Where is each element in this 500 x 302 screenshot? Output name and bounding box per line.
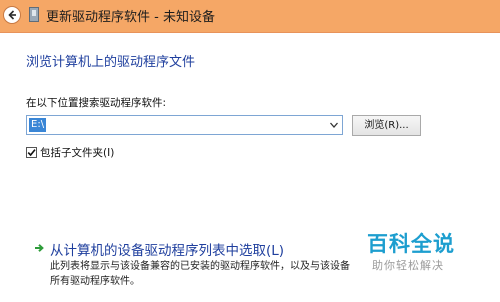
search-location-label: 在以下位置搜索驱动程序软件: [26,97,167,109]
window-title: 更新驱动程序软件 - 未知设备 [46,10,215,25]
green-arrow-icon[interactable] [34,243,44,253]
chevron-down-icon[interactable] [330,122,338,128]
pick-from-list-description: 此列表将显示与该设备兼容的已安装的驱动程序软件，以及与该设备 所有驱动程序软件。 [50,261,350,287]
checkmark-icon [27,149,36,157]
path-input-value[interactable]: E:\ [29,118,47,132]
include-subfolders-checkbox[interactable] [26,147,37,158]
watermark-slogan: 助你轻松解决 [372,259,444,272]
browse-button[interactable]: 浏览(R)... [352,115,421,136]
pick-from-list-link[interactable]: 从计算机的设备驱动程序列表中选取(L) [50,239,284,259]
back-button[interactable] [3,6,21,24]
watermark-logo-text: 百科全说 [367,232,455,256]
title-bar: 更新驱动程序软件 - 未知设备 [0,0,500,33]
back-arrow-icon [8,10,16,20]
include-subfolders-label[interactable]: 包括子文件夹(I) [40,145,114,160]
path-combobox[interactable]: E:\ [26,115,343,135]
driver-update-wizard: 更新驱动程序软件 - 未知设备 浏览计算机上的驱动程序文件 在以下位置搜索驱动程… [0,0,500,302]
device-icon [29,7,39,22]
page-heading: 浏览计算机上的驱动程序文件 [26,55,196,70]
